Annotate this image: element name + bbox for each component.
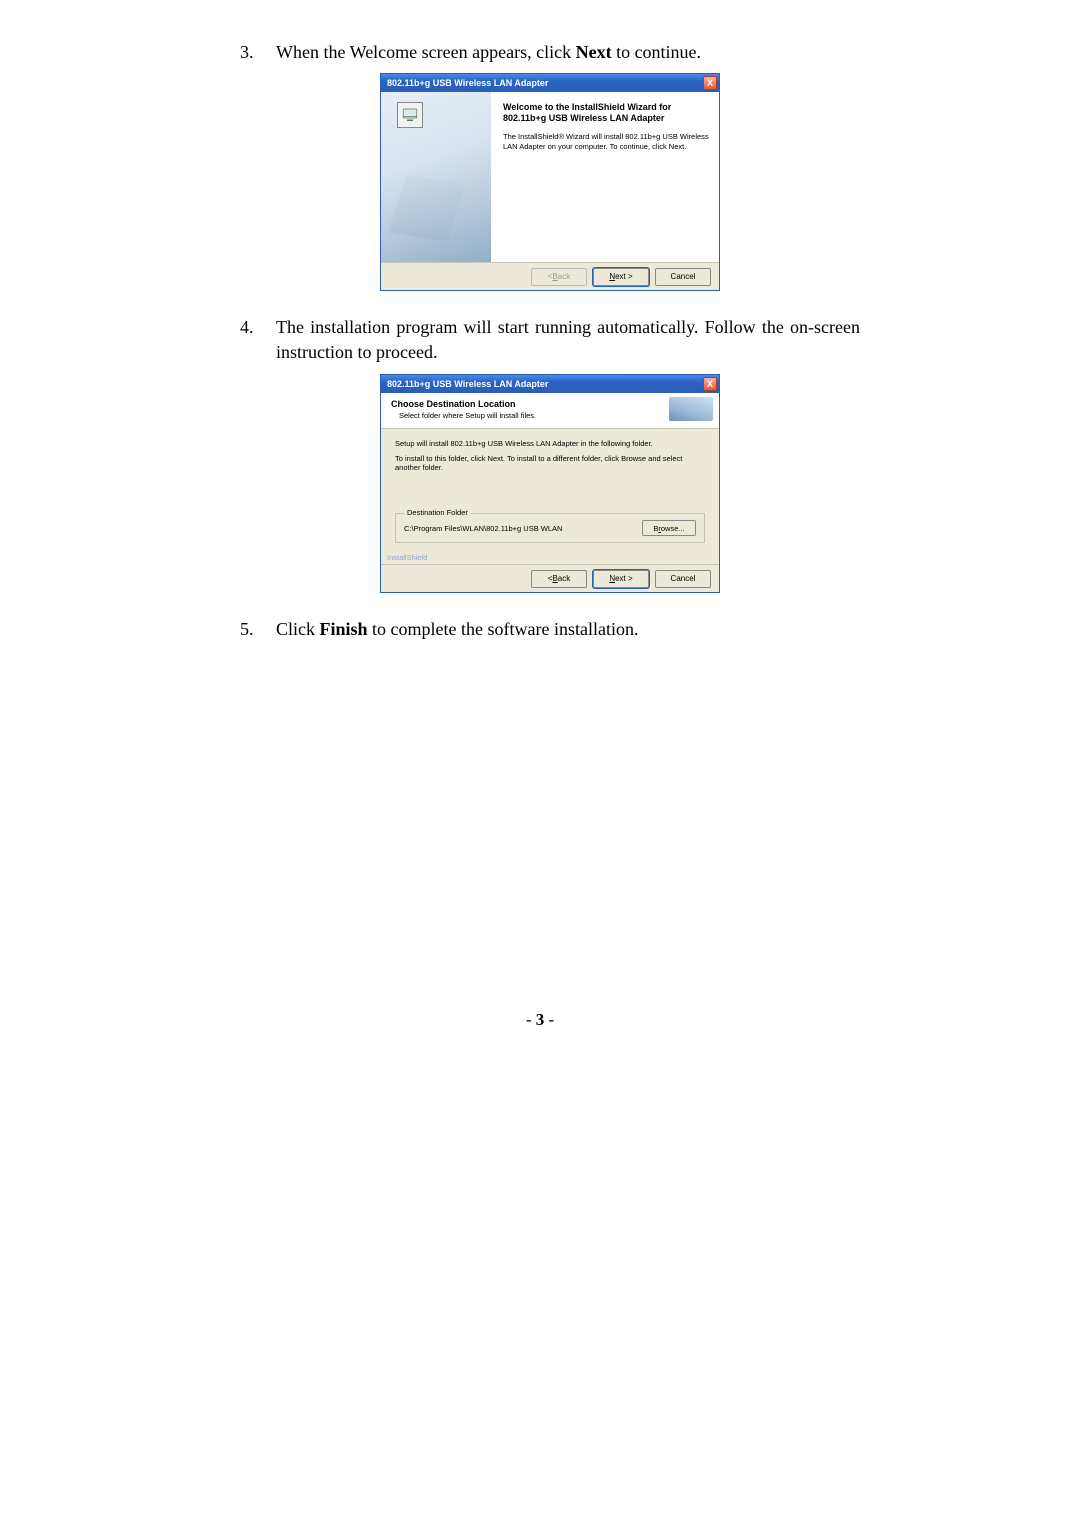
- step-5: 5. Click Finish to complete the software…: [240, 617, 860, 642]
- page-number-left: -: [526, 1010, 536, 1029]
- step-3-bold: Next: [576, 42, 612, 62]
- destination-folder-legend: Destination Folder: [404, 508, 471, 517]
- dialog2-button-row: < Back Next > Cancel: [381, 564, 719, 592]
- cancel-button[interactable]: Cancel: [655, 268, 711, 286]
- back-post: ack: [558, 272, 570, 281]
- step-4: 4. The installation program will start r…: [240, 315, 860, 365]
- dialog2-header-title: Choose Destination Location: [391, 399, 709, 409]
- dialog1-content: Welcome to the InstallShield Wizard for …: [491, 92, 719, 262]
- page-number-value: 3: [536, 1010, 545, 1029]
- destination-folder-fieldset: Destination Folder C:\Program Files\WLAN…: [395, 513, 705, 543]
- dialog2-header: Choose Destination Location Select folde…: [381, 393, 719, 429]
- next-post: ext >: [615, 272, 633, 281]
- dialog1-sidebar-image: [381, 92, 491, 262]
- computer-icon: [397, 102, 423, 128]
- next-button[interactable]: Next >: [593, 268, 649, 286]
- step-3-text: When the Welcome screen appears, click N…: [276, 40, 860, 65]
- back-button[interactable]: < Back: [531, 570, 587, 588]
- destination-folder-path: C:\Program Files\WLAN\802.11b+g USB WLAN: [404, 524, 562, 533]
- dialog-welcome: 802.11b+g USB Wireless LAN Adapter X Wel…: [380, 73, 720, 291]
- dialog2-text2: To install to this folder, click Next. T…: [395, 454, 705, 474]
- dialog1-subtext: The InstallShield® Wizard will install 8…: [503, 132, 709, 152]
- step-3-number: 3.: [240, 40, 276, 65]
- back-button: < Back: [531, 268, 587, 286]
- browse-button[interactable]: Browse...: [642, 520, 696, 536]
- step-5-number: 5.: [240, 617, 276, 642]
- cancel-button[interactable]: Cancel: [655, 570, 711, 588]
- dialog2-text1: Setup will install 802.11b+g USB Wireles…: [395, 439, 705, 448]
- step-3-post: to continue.: [612, 42, 701, 62]
- dialog1-button-row: < Back Next > Cancel: [381, 262, 719, 290]
- dialog1-titlebar: 802.11b+g USB Wireless LAN Adapter X: [381, 74, 719, 92]
- close-icon[interactable]: X: [703, 76, 717, 90]
- browse-post: owse...: [661, 524, 685, 533]
- next-post: ext >: [615, 574, 633, 583]
- back-post: ack: [558, 574, 570, 583]
- dialog2-header-sub: Select folder where Setup will install f…: [391, 411, 709, 420]
- dialog2-title: 802.11b+g USB Wireless LAN Adapter: [387, 379, 548, 389]
- dialog1-heading: Welcome to the InstallShield Wizard for …: [503, 102, 709, 124]
- dialog2-body: Setup will install 802.11b+g USB Wireles…: [381, 429, 719, 554]
- step-5-pre: Click: [276, 619, 320, 639]
- screenshot-destination: 802.11b+g USB Wireless LAN Adapter X Cho…: [240, 374, 860, 594]
- dialog1-title: 802.11b+g USB Wireless LAN Adapter: [387, 78, 548, 88]
- dialog2-titlebar: 802.11b+g USB Wireless LAN Adapter X: [381, 375, 719, 393]
- step-4-number: 4.: [240, 315, 276, 365]
- installshield-brand: InstallShield: [381, 553, 719, 564]
- next-button[interactable]: Next >: [593, 570, 649, 588]
- page-number: - 3 -: [0, 1010, 1080, 1030]
- step-4-text: The installation program will start runn…: [276, 315, 860, 365]
- step-5-bold: Finish: [320, 619, 368, 639]
- dialog2-header-decor: [669, 397, 713, 421]
- page-number-right: -: [544, 1010, 554, 1029]
- close-icon[interactable]: X: [703, 377, 717, 391]
- step-3: 3. When the Welcome screen appears, clic…: [240, 40, 860, 65]
- step-5-post: to complete the software installation.: [368, 619, 639, 639]
- screenshot-welcome: 802.11b+g USB Wireless LAN Adapter X Wel…: [240, 73, 860, 291]
- step-3-pre: When the Welcome screen appears, click: [276, 42, 576, 62]
- step-5-text: Click Finish to complete the software in…: [276, 617, 860, 642]
- dialog-destination: 802.11b+g USB Wireless LAN Adapter X Cho…: [380, 374, 720, 594]
